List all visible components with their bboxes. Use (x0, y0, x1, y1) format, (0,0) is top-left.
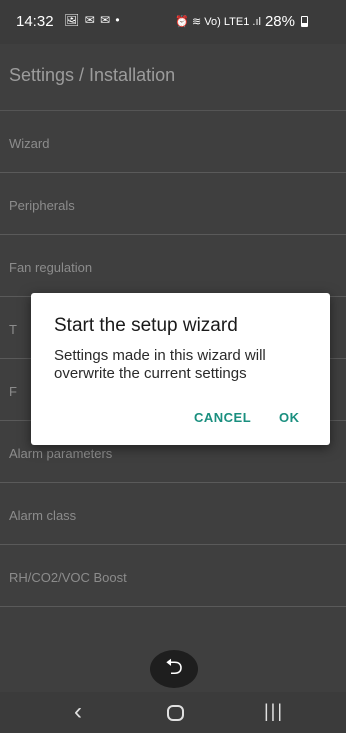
back-arrow-icon: ⮌ (165, 654, 183, 679)
dialog-message: Settings made in this wizard will overwr… (54, 347, 266, 382)
back-button[interactable]: ⮌ (150, 650, 198, 688)
cancel-button[interactable]: CANCEL (194, 410, 251, 425)
list-item-label: RH/CO2/VOC Boost (9, 570, 127, 585)
battery-icon (301, 16, 308, 27)
list-item-wizard[interactable]: Wizard (0, 110, 346, 172)
list-item-boost[interactable]: RH/CO2/VOC Boost (0, 544, 346, 606)
list-item-label: Alarm class (9, 508, 77, 523)
signal-icons: ⏰ ≋ Vo) LTE1 .ıl (175, 16, 261, 28)
system-nav-bar: ‹ ||| (0, 692, 346, 733)
list-item-label: Wizard (9, 136, 50, 151)
list-item-fan-regulation[interactable]: Fan regulation (0, 234, 346, 296)
battery-level: 28% (264, 13, 295, 30)
ok-button[interactable]: OK (279, 410, 300, 425)
list-item-label: T (9, 322, 17, 337)
app-bar: Settings / Installation (0, 44, 346, 110)
list-item-label: F (9, 384, 17, 399)
nav-back-icon[interactable]: ‹ (74, 698, 82, 726)
status-time: 14:32 (16, 13, 54, 30)
screen: 14:32 🖼 ✉ ✉ • ⏰ ≋ Vo) LTE1 .ıl 28% Setti… (0, 0, 346, 733)
list-item-label: Fan regulation (9, 260, 93, 275)
status-right: ⏰ ≋ Vo) LTE1 .ıl 28% (175, 13, 308, 30)
setup-wizard-dialog: Start the setup wizard Settings made in … (31, 293, 330, 445)
list-item-alarm-class[interactable]: Alarm class (0, 482, 346, 544)
page-title: Settings / Installation (9, 65, 176, 85)
dialog-title: Start the setup wizard (54, 315, 238, 336)
list-item-peripherals[interactable]: Peripherals (0, 172, 346, 234)
notification-icons: 🖼 ✉ ✉ • (64, 13, 121, 27)
status-bar: 14:32 🖼 ✉ ✉ • ⏰ ≋ Vo) LTE1 .ıl 28% (0, 0, 346, 44)
list-item-label: Peripherals (9, 198, 75, 213)
nav-home-icon[interactable] (167, 705, 184, 721)
nav-recents-icon[interactable]: ||| (264, 701, 284, 722)
list-item-label: Alarm parameters (9, 446, 113, 461)
